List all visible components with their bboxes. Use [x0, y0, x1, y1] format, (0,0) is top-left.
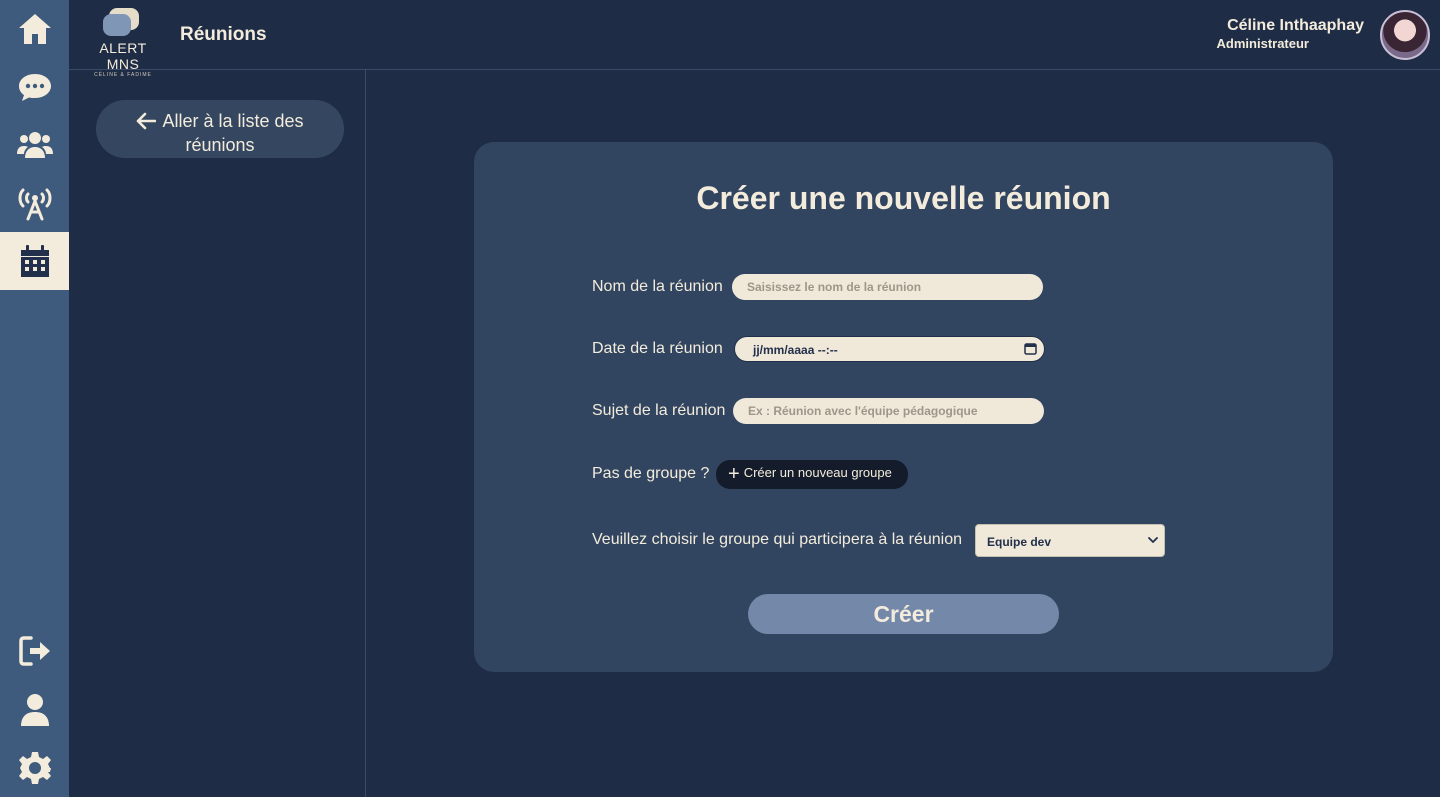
meeting-date-input[interactable]: jj/mm/aaaa --:--	[734, 336, 1045, 362]
back-to-list-button[interactable]: Aller à la liste des réunions	[96, 100, 344, 158]
icon-rail	[0, 0, 69, 797]
user-role: Administrateur	[1216, 36, 1309, 51]
page-title: Réunions	[180, 24, 267, 45]
calendar-icon	[20, 245, 49, 277]
create-meeting-button[interactable]: Créer	[748, 594, 1059, 634]
plus-icon: +	[728, 463, 740, 485]
user-icon	[20, 694, 49, 726]
group-icon	[16, 132, 53, 158]
user-name: Céline Inthaaphay	[1227, 17, 1364, 34]
back-label-line1: Aller à la liste des	[162, 110, 304, 131]
meeting-name-label: Nom de la réunion	[592, 278, 723, 295]
group-select[interactable]: Equipe dev	[975, 524, 1165, 557]
app-logo[interactable]: ALERT MNS CÉLINE & FADIME	[84, 6, 162, 78]
logout-icon	[18, 636, 50, 666]
nav-profile[interactable]	[0, 681, 69, 739]
create-group-label: Créer un nouveau groupe	[743, 465, 892, 480]
calendar-picker-icon[interactable]	[1024, 342, 1037, 355]
home-icon	[18, 14, 51, 44]
form-title: Créer une nouvelle réunion	[696, 180, 1111, 216]
meeting-date-label: Date de la réunion	[592, 340, 723, 357]
meeting-form-card: Créer une nouvelle réunion Nom de la réu…	[474, 142, 1333, 672]
top-header: ALERT MNS CÉLINE & FADIME Réunions Célin…	[69, 0, 1440, 78]
nav-settings[interactable]	[0, 739, 69, 797]
nav-groups[interactable]	[0, 116, 69, 174]
date-value: jj/mm/aaaa --:--	[753, 343, 838, 357]
nav-logout[interactable]	[0, 622, 69, 680]
nav-alerts[interactable]	[0, 174, 69, 232]
broadcast-icon	[18, 188, 51, 221]
no-group-label: Pas de groupe ?	[592, 465, 710, 482]
meeting-name-input[interactable]	[732, 274, 1043, 300]
meeting-subject-input[interactable]	[733, 398, 1044, 424]
nav-chat[interactable]	[0, 58, 69, 116]
avatar[interactable]	[1380, 10, 1430, 60]
side-panel: Aller à la liste des réunions	[69, 70, 366, 797]
meeting-subject-label: Sujet de la réunion	[592, 402, 726, 419]
logo-bubbles-icon	[103, 6, 143, 38]
gear-icon	[18, 752, 51, 784]
arrow-left-icon	[136, 112, 157, 135]
chat-icon	[18, 74, 51, 101]
group-selected-value: Equipe dev	[987, 535, 1052, 549]
group-select-label: Veuillez choisir le groupe qui participe…	[592, 531, 962, 548]
back-label-line2: réunions	[185, 134, 255, 155]
chevron-down-icon	[1148, 537, 1158, 543]
logo-text: ALERT MNS	[99, 40, 147, 72]
create-group-button[interactable]: + Créer un nouveau groupe	[716, 460, 908, 489]
nav-meetings[interactable]	[0, 232, 69, 290]
nav-home[interactable]	[0, 0, 69, 58]
